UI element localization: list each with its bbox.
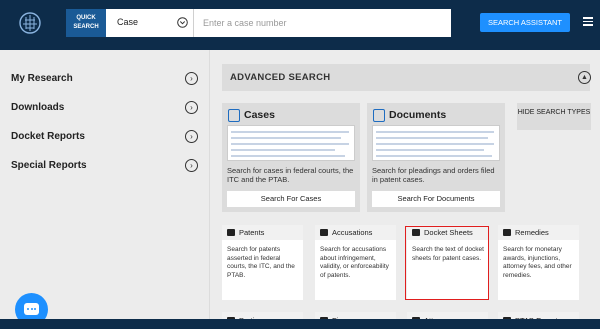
logo-icon[interactable] bbox=[17, 10, 43, 36]
chevron-right-icon: › bbox=[185, 72, 198, 85]
search-cases-icon bbox=[228, 109, 240, 122]
sidebar-item-label: Special Reports bbox=[11, 160, 87, 171]
chevron-right-icon: › bbox=[185, 130, 198, 143]
sidebar-item-special-reports[interactable]: Special Reports › bbox=[0, 152, 210, 180]
cases-card-description: Search for cases in federal courts, the … bbox=[227, 166, 354, 184]
documents-card-title: Documents bbox=[389, 109, 447, 121]
cases-card: Cases Search for cases in federal courts… bbox=[222, 103, 360, 212]
case-number-input[interactable] bbox=[194, 9, 451, 37]
hamburger-menu-icon[interactable] bbox=[583, 17, 593, 26]
chevron-down-icon bbox=[177, 17, 188, 28]
quick-search-label: QUICK SEARCH bbox=[66, 9, 106, 37]
accusations-card[interactable]: Accusations Search for accusations about… bbox=[315, 225, 396, 300]
sidebar-item-label: Docket Reports bbox=[11, 131, 85, 142]
sidebar-item-my-research[interactable]: My Research › bbox=[0, 65, 210, 93]
accusations-card-title: Accusations bbox=[332, 228, 373, 237]
search-assistant-button[interactable]: SEARCH ASSISTANT bbox=[480, 13, 570, 32]
remedies-card-title: Remedies bbox=[515, 228, 549, 237]
search-documents-icon bbox=[373, 109, 385, 122]
main-content: ADVANCED SEARCH ▲ Cases Search for cases… bbox=[211, 50, 600, 329]
case-type-value: Case bbox=[117, 17, 139, 27]
documents-card-description: Search for pleadings and orders filed in… bbox=[372, 166, 495, 184]
sidebar-item-downloads[interactable]: Downloads › bbox=[0, 94, 210, 122]
trophy-icon bbox=[503, 229, 511, 236]
search-for-cases-button[interactable]: Search For Cases bbox=[227, 191, 355, 207]
chevron-up-icon[interactable]: ▲ bbox=[578, 71, 591, 84]
cases-card-title: Cases bbox=[244, 109, 275, 121]
top-bar: QUICK SEARCH Case SEARCH ASSISTANT bbox=[0, 0, 600, 50]
remedies-card-description: Search for monetary awards, injunctions,… bbox=[503, 246, 572, 279]
chevron-right-icon: › bbox=[185, 101, 198, 114]
sidebar-item-label: My Research bbox=[11, 73, 73, 84]
sidebar-item-label: Downloads bbox=[11, 102, 65, 113]
docket-sheets-highlight bbox=[405, 226, 489, 300]
documents-card: Documents Search for pleadings and order… bbox=[367, 103, 505, 212]
advanced-search-title: ADVANCED SEARCH bbox=[230, 72, 331, 83]
chat-bubble-icon bbox=[24, 303, 39, 315]
accusations-card-description: Search for accusations about infringemen… bbox=[320, 246, 389, 279]
accusations-icon bbox=[320, 229, 328, 236]
search-for-documents-button[interactable]: Search For Documents bbox=[372, 191, 500, 207]
advanced-search-header[interactable]: ADVANCED SEARCH ▲ bbox=[222, 64, 591, 91]
chevron-right-icon: › bbox=[185, 159, 198, 172]
patents-card[interactable]: Patents Search for patents asserted in f… bbox=[222, 225, 303, 300]
footer-bar bbox=[0, 319, 600, 329]
sidebar: My Research › Downloads › Docket Reports… bbox=[0, 50, 210, 329]
case-type-select[interactable]: Case bbox=[106, 9, 194, 37]
patents-card-title: Patents bbox=[239, 228, 265, 237]
documents-preview-image bbox=[372, 125, 500, 161]
patents-card-description: Search for patents asserted in federal c… bbox=[227, 246, 295, 279]
patent-icon bbox=[227, 229, 235, 236]
cases-preview-image bbox=[227, 125, 355, 161]
sidebar-item-docket-reports[interactable]: Docket Reports › bbox=[0, 123, 210, 151]
hide-search-types-button[interactable]: HIDE SEARCH TYPES bbox=[517, 103, 591, 130]
remedies-card[interactable]: Remedies Search for monetary awards, inj… bbox=[498, 225, 579, 300]
